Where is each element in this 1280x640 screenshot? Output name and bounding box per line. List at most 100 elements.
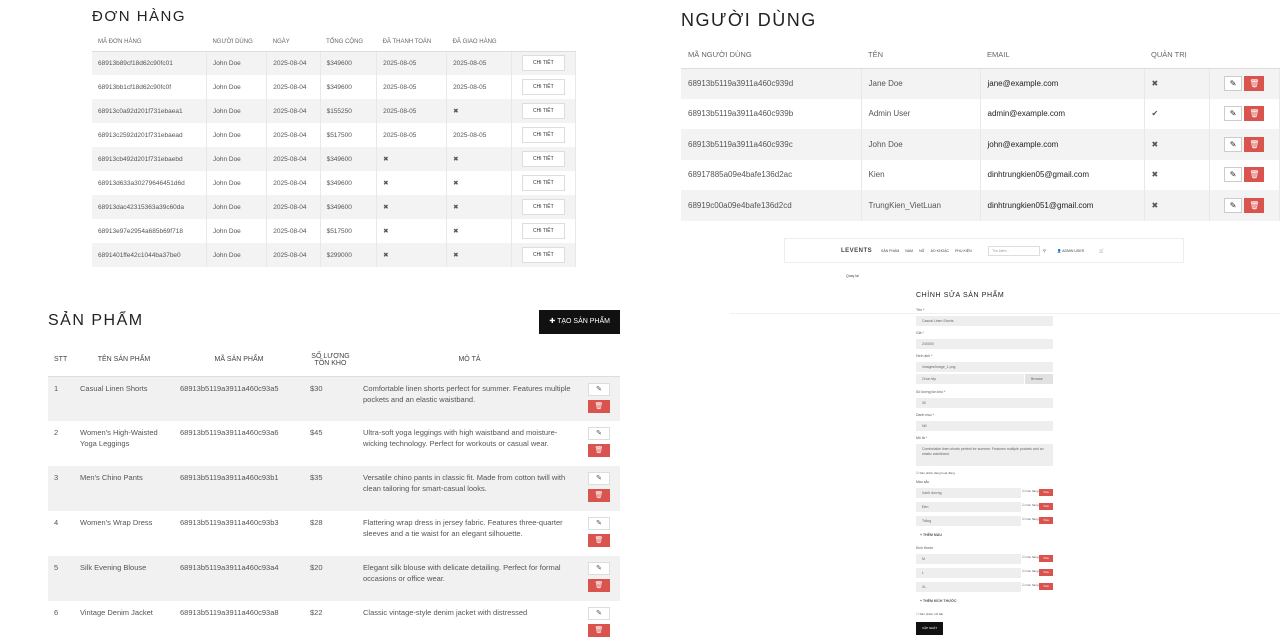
user-id: 68917885a09e4bafe136d2ac [681,159,862,190]
sizes-select[interactable]: M [916,554,1021,564]
category-select[interactable]: Nữ [916,421,1053,431]
sizes-select[interactable]: L [916,568,1021,578]
stock-input[interactable]: 30 [916,398,1053,408]
order-detail-button[interactable]: CHI TIẾT [521,223,565,239]
colors-select[interactable]: Trắng [916,516,1021,526]
sizes-select[interactable]: XL [916,582,1021,592]
create-product-button[interactable]: ✚ TẠO SẢN PHẨM [539,310,620,334]
order-id: 68913dac42315363a39c60da [92,195,207,219]
trash-icon[interactable]: 🗑 [1244,197,1265,213]
trash-icon[interactable]: 🗑 [588,444,610,457]
order-detail-button[interactable]: CHI TIẾT [521,55,565,72]
update-button[interactable]: CẬP NHẬT [916,622,944,635]
trash-icon[interactable]: 🗑 [1244,136,1265,152]
active-checkbox[interactable]: ☑ Sản phẩm đang hoạt động [916,471,955,475]
stock-label: Số lượng tồn kho * [916,390,946,394]
product-desc: Flattering wrap dress in jersey fabric. … [363,518,563,538]
navbar: LEVENTS SẢN PHẨM NAM NỮ ÁO KHOÁC PHỤ KIỆN Tì… [784,238,1184,263]
edit-icon[interactable]: ✎ [1224,167,1243,183]
trash-icon[interactable]: 🗑 [1244,76,1265,91]
edit-icon[interactable]: ✎ [588,562,610,575]
product-desc: Comfortable linen shorts perfect for sum… [357,376,582,421]
back-link[interactable]: Quay lại [846,274,859,278]
remove-sizes-button[interactable]: Xóa [1039,569,1053,576]
search-icon[interactable]: ⚲ [1043,248,1046,253]
user-actions: ✎ 🗑 [1209,190,1280,221]
edit-icon[interactable]: ✎ [1224,76,1243,91]
remove-colors-button[interactable]: Xóa [1039,503,1053,510]
order-delivered: 2025-08-05 [446,51,512,75]
order-id: 68913c2592d201f731ebaead [92,123,207,147]
order-detail-button[interactable]: CHI TIẾT [521,79,565,95]
featured-checkbox[interactable]: ☐ Sản phẩm nổi bật [916,612,943,616]
orders-col-header: NGÀY [266,34,321,52]
remove-colors-button[interactable]: Xóa [1039,517,1053,524]
add-size-button[interactable]: + THÊM KÍCH THƯỚC [920,599,957,603]
in-stock-checkbox[interactable]: ☑ Còn hàng [1022,489,1039,493]
order-detail-button[interactable]: CHI TIẾT [521,199,565,215]
user-email: jane@example.com [980,68,1145,99]
add-color-button[interactable]: + THÊM MÀU [920,533,942,537]
trash-icon[interactable]: 🗑 [588,534,610,547]
product-desc: Versatile chino pants in classic fit. Ma… [357,466,582,511]
edit-icon[interactable]: ✎ [588,472,610,485]
trash-icon[interactable]: 🗑 [588,624,610,637]
search-input[interactable]: Tìm kiếm... [988,246,1040,256]
order-detail-button[interactable]: CHI TIẾT [521,103,565,119]
in-stock-checkbox[interactable]: ☑ Còn hàng [1022,583,1039,587]
products-table: STT TÊN SẢN PHẨM MÃ SẢN PHẨM SỐ LƯỢNG TỒN K… [48,344,620,640]
in-stock-checkbox[interactable]: ☑ Còn hàng [1022,569,1039,573]
orders-col-header: ĐÃ THANH TOÁN [376,34,447,52]
edit-icon[interactable]: ✎ [588,517,610,530]
colors-select[interactable]: Xanh dương [916,488,1021,498]
nav-item[interactable]: NỮ [919,249,925,253]
trash-icon[interactable]: 🗑 [588,489,610,502]
user-actions: ✎ 🗑 [1209,68,1280,99]
product-name: Vintage Denim Jacket [80,608,153,617]
edit-icon[interactable]: ✎ [1224,197,1243,213]
product-name: Silk Evening Blouse [74,556,174,601]
desc-textarea[interactable]: Comfortable linen shorts perfect for sum… [916,444,1053,466]
edit-icon[interactable]: ✎ [1224,106,1243,122]
nav-item[interactable]: NAM [905,249,913,253]
category-label: Danh mục * [916,413,935,417]
order-date: 2025-08-04 [266,243,321,267]
trash-icon[interactable]: 🗑 [588,399,610,413]
edit-product-preview: LEVENTS SẢN PHẨM NAM NỮ ÁO KHOÁC PHỤ KIỆN Tì… [730,236,1280,640]
order-user: John Doe [206,123,268,147]
image-input[interactable]: /images/image_1.png [916,362,1053,372]
order-detail-button[interactable]: CHI TIẾT [521,127,565,143]
order-detail-button[interactable]: CHI TIẾT [521,151,565,167]
trash-icon[interactable]: 🗑 [588,579,610,592]
in-stock-checkbox[interactable]: ☑ Còn hàng [1022,517,1039,521]
trash-icon[interactable]: 🗑 [1244,167,1265,183]
user-menu[interactable]: 👤 ADMIN USER [1057,249,1084,253]
nav-item[interactable]: ÁO KHOÁC [931,249,949,253]
nav-item[interactable]: SẢN PHẨM [881,249,899,253]
edit-icon[interactable]: ✎ [588,607,610,620]
remove-sizes-button[interactable]: Xóa [1039,583,1053,590]
cart-icon[interactable]: 🛒 [1099,248,1104,253]
brand-logo[interactable]: LEVENTS [841,248,872,254]
edit-icon[interactable]: ✎ [588,382,610,396]
product-stt: 5 [48,556,74,601]
in-stock-checkbox[interactable]: ☑ Còn hàng [1022,503,1039,507]
file-input[interactable]: Chọn tệp [916,374,1024,384]
remove-colors-button[interactable]: Xóa [1039,489,1053,496]
products-col-header: MÃ SẢN PHẨM [174,344,304,377]
remove-sizes-button[interactable]: Xóa [1039,555,1053,562]
price-input[interactable]: 240000 [916,339,1053,349]
name-input[interactable]: Casual Linen Shorts [916,316,1053,326]
trash-icon[interactable]: 🗑 [1244,106,1265,122]
nav-item[interactable]: PHỤ KIỆN [955,249,972,253]
order-detail-button[interactable]: CHI TIẾT [521,175,565,191]
orders-title: ĐƠN HÀNG [92,8,187,25]
order-detail-button[interactable]: CHI TIẾT [521,247,565,263]
in-stock-checkbox[interactable]: ☑ Còn hàng [1022,555,1039,559]
users-col-header: EMAIL [980,42,1144,69]
edit-icon[interactable]: ✎ [588,427,610,440]
desc-label: Mô tả * [916,436,928,440]
colors-select[interactable]: Đen [916,502,1021,512]
browse-button[interactable]: Browse [1025,374,1053,384]
edit-icon[interactable]: ✎ [1224,136,1243,152]
